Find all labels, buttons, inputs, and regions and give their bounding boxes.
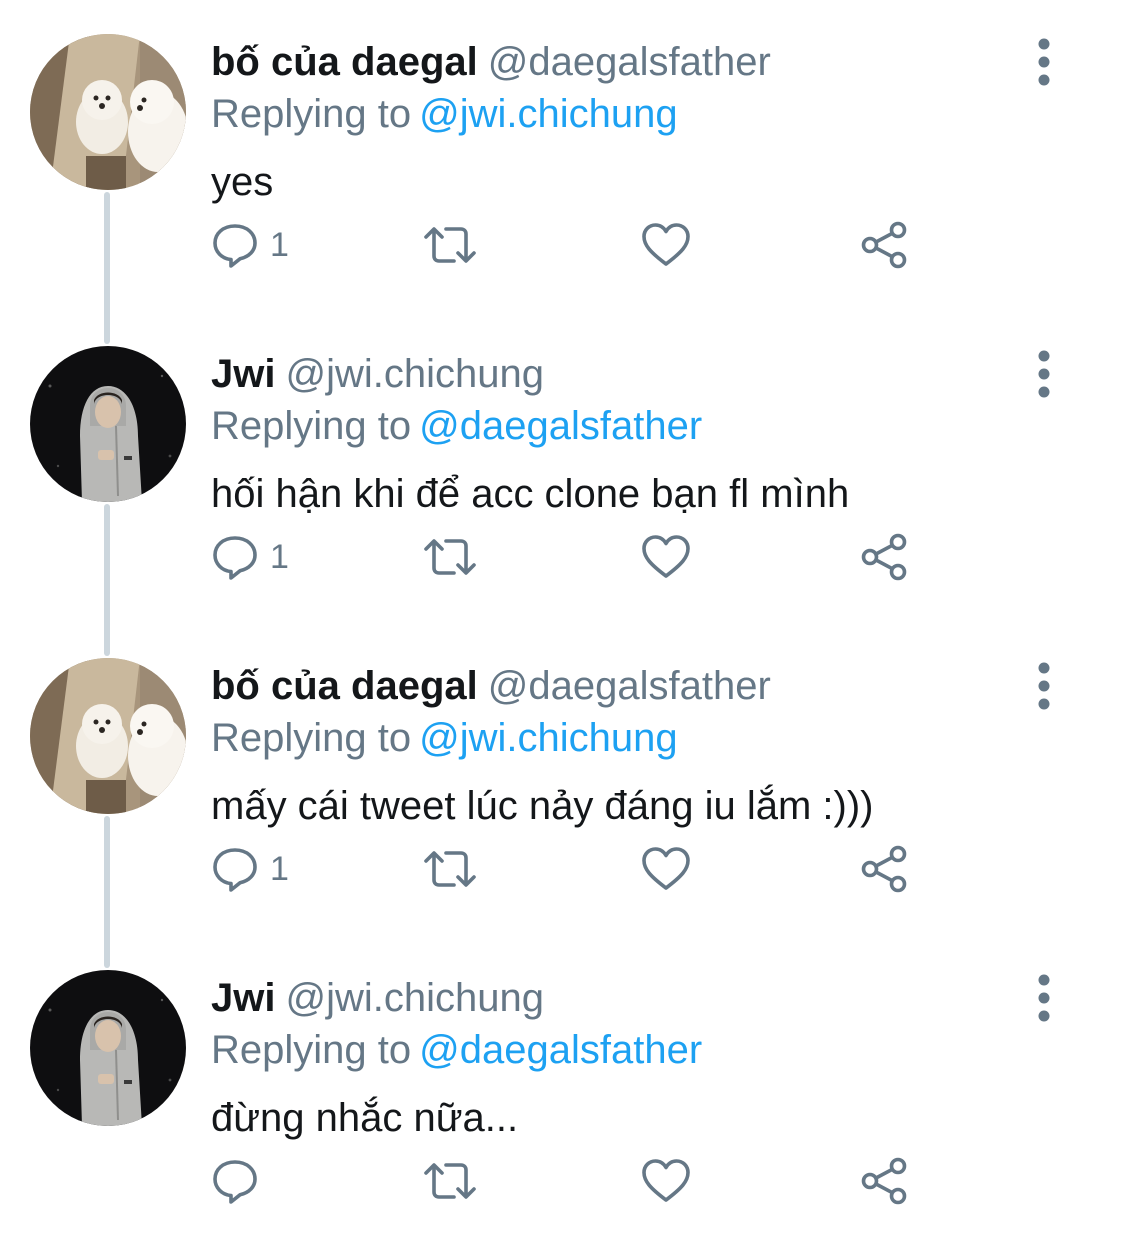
more-vertical-icon — [1038, 662, 1050, 710]
retweet-icon — [424, 851, 476, 887]
dogs-avatar-image — [30, 658, 186, 814]
tweet-header: bố của daegal @daegalsfather — [211, 660, 771, 712]
replying-to-label: Replying to — [211, 92, 412, 136]
reply-button[interactable] — [210, 1150, 270, 1212]
retweet-icon — [424, 227, 476, 263]
replying-to-line: Replying to @jwi.chichung — [211, 712, 678, 764]
share-button[interactable] — [858, 1150, 910, 1212]
replying-to-label: Replying to — [211, 404, 412, 448]
like-button[interactable] — [640, 1150, 692, 1212]
reply-icon — [213, 1160, 257, 1204]
tweet-thread: bố của daegal @daegalsfather Replying to @… — [0, 0, 1125, 1239]
hoodie-person-avatar-image — [30, 346, 186, 502]
share-icon — [861, 1157, 907, 1205]
avatar[interactable] — [30, 970, 186, 1126]
retweet-icon — [424, 1163, 476, 1199]
reply-icon — [213, 536, 257, 580]
user-handle[interactable]: @jwi.chichung — [285, 352, 544, 396]
heart-icon — [642, 847, 690, 890]
replying-to-label: Replying to — [211, 1028, 412, 1072]
share-icon — [861, 845, 907, 893]
user-handle[interactable]: @daegalsfather — [488, 40, 771, 84]
replying-to-line: Replying to @jwi.chichung — [211, 88, 678, 140]
reply-button[interactable]: 1 — [210, 526, 289, 588]
replying-to-handle-link[interactable]: @daegalsfather — [419, 1028, 702, 1072]
display-name[interactable]: bố của daegal — [211, 664, 478, 708]
retweet-button[interactable] — [422, 1150, 478, 1212]
tweet[interactable]: Jwi @jwi.chichung Replying to @daegalsfath… — [0, 312, 1125, 624]
more-options-button[interactable] — [1022, 348, 1066, 400]
display-name[interactable]: Jwi — [211, 352, 275, 396]
replying-to-handle-link[interactable]: @jwi.chichung — [419, 716, 678, 760]
share-button[interactable] — [858, 526, 910, 588]
tweet[interactable]: bố của daegal @daegalsfather Replying to @… — [0, 0, 1125, 312]
heart-icon — [642, 1159, 690, 1202]
tweet-actions: 1 — [210, 214, 930, 276]
user-handle[interactable]: @jwi.chichung — [285, 976, 544, 1020]
avatar[interactable] — [30, 346, 186, 502]
avatar[interactable] — [30, 658, 186, 814]
tweet-text: yes — [211, 160, 274, 204]
display-name[interactable]: bố của daegal — [211, 40, 478, 84]
like-button[interactable] — [640, 838, 692, 900]
like-button[interactable] — [640, 526, 692, 588]
tweet[interactable]: bố của daegal @daegalsfather Replying to @… — [0, 624, 1125, 936]
tweet-header: Jwi @jwi.chichung — [211, 348, 544, 400]
avatar[interactable] — [30, 34, 186, 190]
more-vertical-icon — [1038, 350, 1050, 398]
retweet-icon — [424, 539, 476, 575]
more-vertical-icon — [1038, 38, 1050, 86]
user-handle[interactable]: @daegalsfather — [488, 664, 771, 708]
display-name[interactable]: Jwi — [211, 976, 275, 1020]
more-options-button[interactable] — [1022, 972, 1066, 1024]
reply-count: 1 — [270, 226, 289, 264]
replying-to-handle-link[interactable]: @jwi.chichung — [419, 92, 678, 136]
hoodie-person-avatar-image — [30, 970, 186, 1126]
heart-icon — [642, 535, 690, 578]
tweet-text: hối hận khi để acc clone bạn fl mình — [211, 472, 850, 516]
retweet-button[interactable] — [422, 838, 478, 900]
tweet[interactable]: Jwi @jwi.chichung Replying to @daegalsfath… — [0, 936, 1125, 1248]
replying-to-handle-link[interactable]: @daegalsfather — [419, 404, 702, 448]
like-button[interactable] — [640, 214, 692, 276]
retweet-button[interactable] — [422, 214, 478, 276]
retweet-button[interactable] — [422, 526, 478, 588]
tweet-actions: 1 — [210, 526, 930, 588]
share-icon — [861, 221, 907, 269]
tweet-actions — [210, 1150, 930, 1212]
tweet-header: bố của daegal @daegalsfather — [211, 36, 771, 88]
reply-count: 1 — [270, 538, 289, 576]
share-icon — [861, 533, 907, 581]
heart-icon — [642, 223, 690, 266]
reply-count: 1 — [270, 850, 289, 888]
tweet-text: mấy cái tweet lúc nảy đáng iu lắm :))) — [211, 784, 874, 828]
share-button[interactable] — [858, 838, 910, 900]
share-button[interactable] — [858, 214, 910, 276]
tweet-actions: 1 — [210, 838, 930, 900]
more-options-button[interactable] — [1022, 36, 1066, 88]
replying-to-line: Replying to @daegalsfather — [211, 1024, 702, 1076]
tweet-header: Jwi @jwi.chichung — [211, 972, 544, 1024]
tweet-text: đừng nhắc nữa... — [211, 1096, 519, 1140]
reply-button[interactable]: 1 — [210, 838, 289, 900]
dogs-avatar-image — [30, 34, 186, 190]
more-vertical-icon — [1038, 974, 1050, 1022]
reply-button[interactable]: 1 — [210, 214, 289, 276]
reply-icon — [213, 848, 257, 892]
reply-icon — [213, 224, 257, 268]
replying-to-line: Replying to @daegalsfather — [211, 400, 702, 452]
replying-to-label: Replying to — [211, 716, 412, 760]
more-options-button[interactable] — [1022, 660, 1066, 712]
